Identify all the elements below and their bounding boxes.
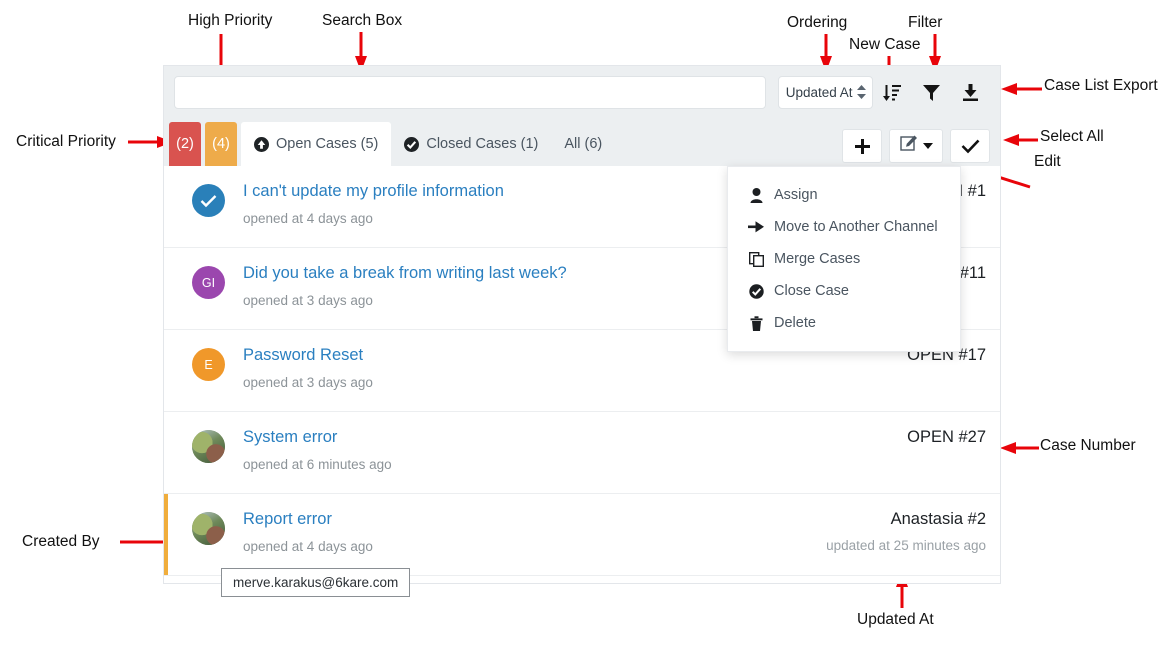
tab-critical-priority[interactable]: (2) bbox=[169, 122, 201, 166]
filter-icon[interactable] bbox=[912, 73, 951, 111]
edit-dropdown-button[interactable] bbox=[889, 129, 943, 163]
annotation-case-number: Case Number bbox=[1040, 437, 1136, 455]
case-meta: Anastasia #2 updated at 25 minutes ago bbox=[826, 509, 986, 553]
menu-item-merge-cases[interactable]: Merge Cases bbox=[728, 243, 960, 275]
avatar[interactable]: E bbox=[192, 348, 225, 381]
screenshot-root: High Priority Search Box Ordering New Ca… bbox=[0, 0, 1168, 659]
avatar[interactable] bbox=[192, 184, 225, 217]
annotation-filter: Filter bbox=[908, 14, 942, 32]
trash-icon bbox=[748, 316, 764, 331]
table-row[interactable]: System error opened at 6 minutes ago OPE… bbox=[164, 412, 1000, 494]
case-number: OPEN #27 bbox=[907, 428, 986, 447]
menu-item-label: Close Case bbox=[774, 283, 849, 299]
annotation-critical-priority: Critical Priority bbox=[16, 133, 116, 151]
annotation-search-box: Search Box bbox=[322, 12, 402, 30]
high-priority-count: (4) bbox=[212, 136, 230, 152]
case-title-link[interactable]: Report error bbox=[243, 509, 332, 530]
menu-item-label: Move to Another Channel bbox=[774, 219, 938, 235]
avatar[interactable] bbox=[192, 430, 225, 463]
tab-open-cases[interactable]: Open Cases (5) bbox=[241, 122, 391, 166]
person-icon bbox=[748, 188, 764, 203]
table-row[interactable]: Report error opened at 4 days ago Anasta… bbox=[164, 494, 1000, 576]
menu-item-delete[interactable]: Delete bbox=[728, 307, 960, 339]
avatar-photo bbox=[192, 512, 225, 545]
avatar-tooltip: merve.karakus@6kare.com bbox=[221, 568, 410, 597]
annotation-created-by: Created By bbox=[22, 533, 100, 551]
copy-icon bbox=[748, 252, 764, 267]
avatar-initials: E bbox=[204, 358, 212, 372]
menu-item-label: Merge Cases bbox=[774, 251, 860, 267]
menu-item-close-case[interactable]: Close Case bbox=[728, 275, 960, 307]
case-title-link[interactable]: System error bbox=[243, 427, 337, 448]
annotation-arrow-select-all bbox=[1002, 131, 1038, 151]
case-main: Report error opened at 4 days ago bbox=[243, 509, 826, 554]
search-input[interactable] bbox=[174, 76, 766, 109]
tab-bar: (2) (4) Open Cases (5) Closed Cases (1) … bbox=[164, 118, 1000, 166]
tab-closed-cases[interactable]: Closed Cases (1) bbox=[391, 122, 551, 166]
tab-closed-cases-label: Closed Cases (1) bbox=[426, 136, 538, 152]
download-export-icon[interactable] bbox=[951, 73, 990, 111]
open-case-icon bbox=[254, 137, 269, 152]
annotation-arrow-case-number bbox=[999, 439, 1039, 459]
sort-descending-icon[interactable] bbox=[873, 73, 912, 111]
annotation-high-priority: High Priority bbox=[188, 12, 272, 30]
menu-item-assign[interactable]: Assign bbox=[728, 179, 960, 211]
annotation-ordering: Ordering bbox=[787, 14, 847, 32]
annotation-case-list-export: Case List Export bbox=[1044, 77, 1158, 95]
annotation-edit: Edit bbox=[1034, 153, 1061, 171]
closed-case-icon bbox=[404, 137, 419, 152]
tab-all-cases[interactable]: All (6) bbox=[551, 122, 615, 166]
avatar-initials: GI bbox=[202, 276, 215, 290]
case-opened-at: opened at 6 minutes ago bbox=[243, 457, 907, 472]
critical-priority-count: (2) bbox=[176, 136, 194, 152]
case-meta: OPEN #27 bbox=[907, 427, 986, 447]
case-opened-at: opened at 4 days ago bbox=[243, 539, 826, 554]
top-toolbar: Updated At bbox=[164, 66, 1000, 118]
case-title-link[interactable]: Password Reset bbox=[243, 345, 363, 366]
case-list-app: Updated At bbox=[163, 65, 1001, 584]
case-opened-at: opened at 3 days ago bbox=[243, 375, 907, 390]
annotation-new-case: New Case bbox=[849, 36, 921, 54]
menu-item-label: Assign bbox=[774, 187, 818, 203]
annotation-select-all: Select All bbox=[1040, 128, 1104, 146]
case-number: Anastasia #2 bbox=[826, 510, 986, 529]
ordering-label: Updated At bbox=[786, 85, 853, 100]
tab-open-cases-label: Open Cases (5) bbox=[276, 136, 378, 152]
chevron-down-icon bbox=[923, 143, 933, 149]
edit-icon bbox=[900, 135, 917, 157]
case-title-link[interactable]: Did you take a break from writing last w… bbox=[243, 263, 567, 284]
tab-high-priority[interactable]: (4) bbox=[205, 122, 237, 166]
arrow-right-icon bbox=[748, 220, 764, 234]
avatar-photo bbox=[192, 430, 225, 463]
case-actions bbox=[842, 129, 1000, 166]
case-title-link[interactable]: I can't update my profile information bbox=[243, 181, 504, 202]
check-circle-icon bbox=[748, 284, 764, 299]
priority-flag-bar bbox=[164, 494, 168, 575]
case-main: System error opened at 6 minutes ago bbox=[243, 427, 907, 472]
avatar[interactable] bbox=[192, 512, 225, 545]
edit-dropdown-menu: Assign Move to Another Channel Merge Cas… bbox=[727, 166, 961, 352]
select-all-button[interactable] bbox=[950, 129, 990, 163]
annotation-updated-at: Updated At bbox=[857, 611, 934, 629]
avatar[interactable]: GI bbox=[192, 266, 225, 299]
menu-item-move-to-another-channel[interactable]: Move to Another Channel bbox=[728, 211, 960, 243]
stepper-arrows-icon bbox=[857, 85, 866, 99]
case-updated-at: updated at 25 minutes ago bbox=[826, 538, 986, 553]
ordering-select[interactable]: Updated At bbox=[778, 76, 873, 109]
menu-item-label: Delete bbox=[774, 315, 816, 331]
new-case-button[interactable] bbox=[842, 129, 882, 163]
tab-all-cases-label: All (6) bbox=[564, 136, 602, 152]
annotation-arrow-case-list-export bbox=[1000, 80, 1042, 100]
